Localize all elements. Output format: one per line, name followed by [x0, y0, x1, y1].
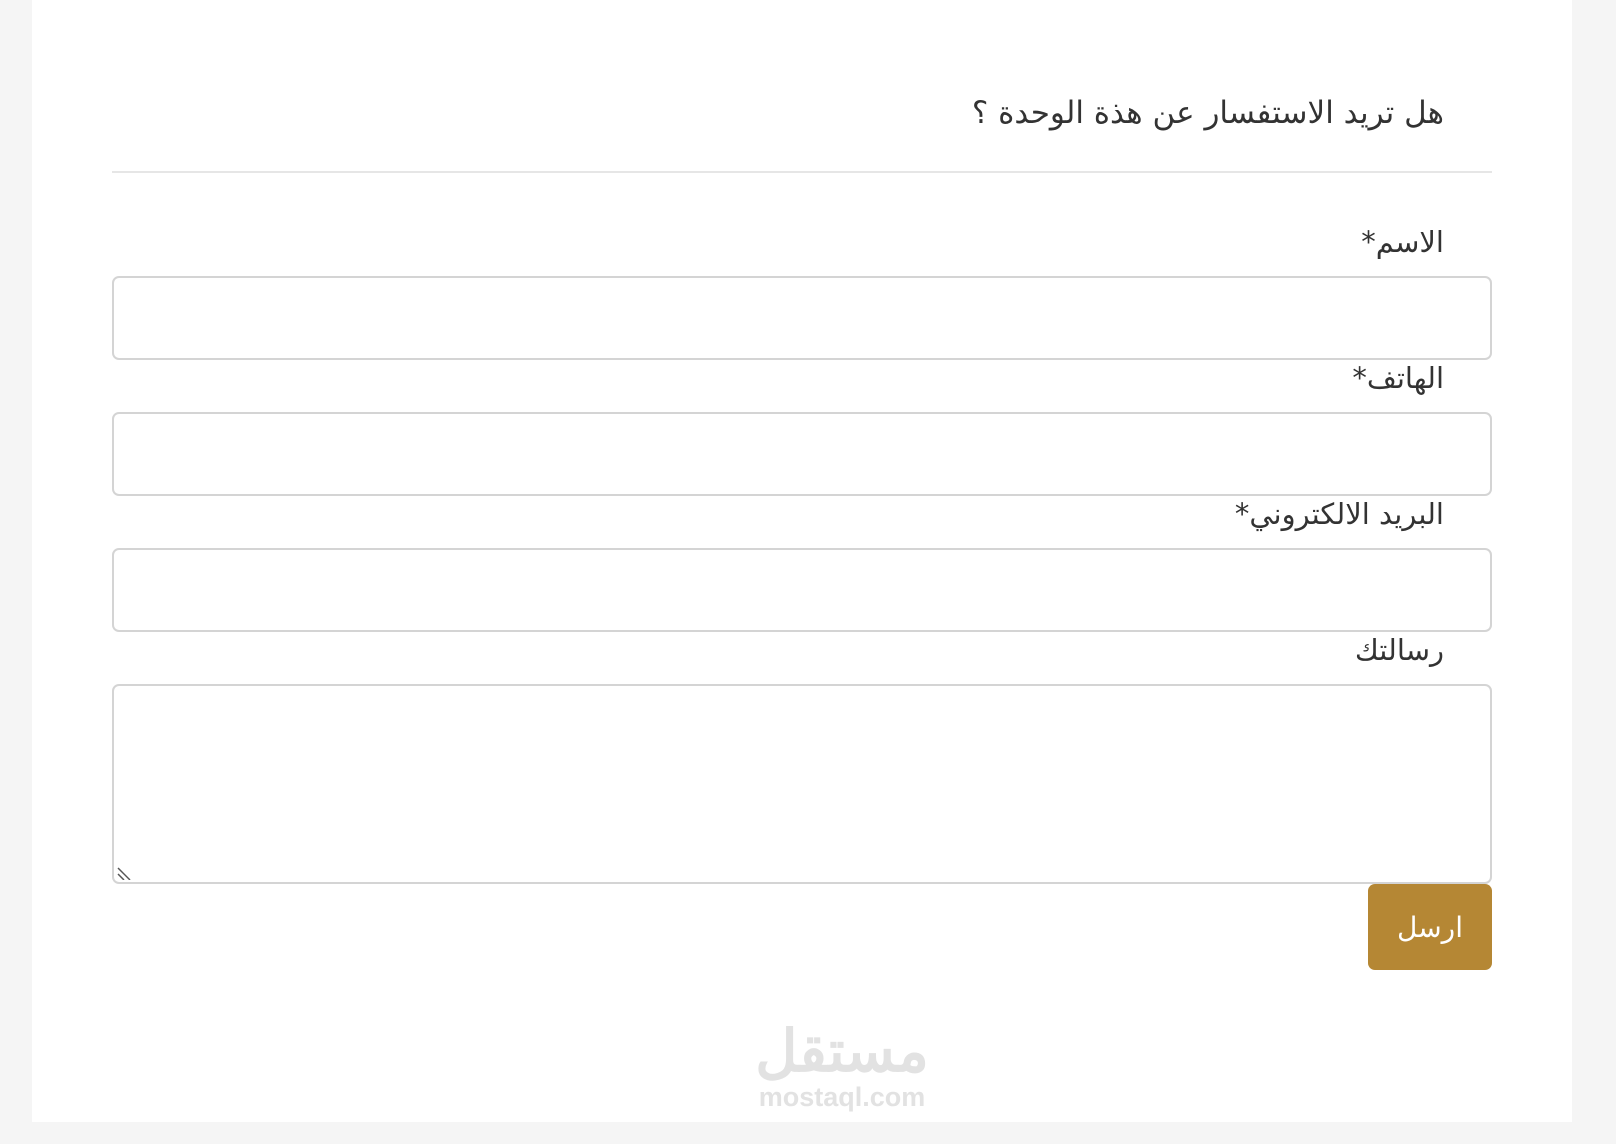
submit-button[interactable]: ارسل	[1368, 884, 1492, 970]
phone-label: الهاتف*	[1352, 361, 1444, 395]
watermark-domain-text: mostaql.com	[758, 1082, 926, 1112]
watermark-arabic-text: مستقل	[755, 1019, 929, 1084]
title-divider	[112, 171, 1492, 173]
name-input[interactable]	[112, 276, 1492, 360]
page-bottom-strip	[0, 1122, 1616, 1144]
email-input[interactable]	[112, 548, 1492, 632]
message-label: رسالتك	[1354, 633, 1444, 667]
phone-input[interactable]	[112, 412, 1492, 496]
resize-grip-icon[interactable]	[116, 864, 132, 880]
form-title: هل تريد الاستفسار عن هذة الوحدة ؟	[971, 95, 1444, 131]
inquiry-card: هل تريد الاستفسار عن هذة الوحدة ؟ الاسم*…	[32, 0, 1572, 1122]
mostaql-watermark-logo: مستقل mostaql.com	[732, 1019, 952, 1113]
name-label: الاسم*	[1361, 225, 1444, 259]
email-label: البريد الالكتروني*	[1234, 497, 1444, 531]
message-textarea[interactable]	[112, 684, 1492, 884]
